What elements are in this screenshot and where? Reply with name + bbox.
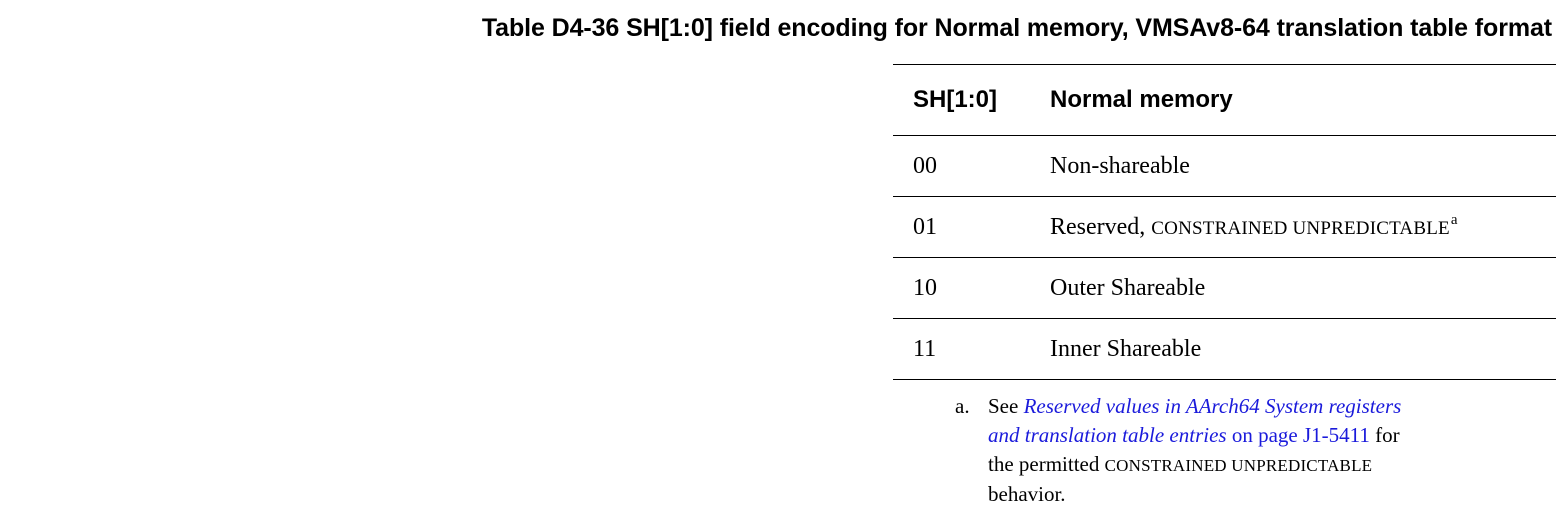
memory-desc-text: Reserved, — [1050, 213, 1152, 240]
memory-desc-cell: Inner Shareable — [1030, 318, 1556, 380]
memory-desc-cell: Non-shareable — [1030, 135, 1556, 197]
table-row: 10 Outer Shareable — [893, 257, 1556, 319]
on-page-text[interactable]: on page — [1227, 423, 1303, 447]
reserved-values-link[interactable]: Reserved values in AArch64 System regist… — [1024, 394, 1402, 418]
table-row: 01 Reserved, CONSTRAINED UNPREDICTABLEa — [893, 196, 1556, 258]
table-row: 11 Inner Shareable — [893, 318, 1556, 380]
page-ref-link[interactable]: J1-5411 — [1303, 423, 1370, 447]
table-caption: Table D4-36 SH[1:0] field encoding for N… — [481, 14, 1552, 42]
memory-desc-smallcaps: CONSTRAINED UNPREDICTABLE — [1151, 217, 1450, 239]
footnote-permitted-text: the permitted — [988, 452, 1105, 476]
memory-desc-text: Outer Shareable — [1050, 274, 1206, 301]
footnote-line-4: behavior. — [988, 482, 1066, 506]
memory-desc-text: Inner Shareable — [1050, 335, 1202, 362]
memory-desc-cell: Reserved, CONSTRAINED UNPREDICTABLEa — [1030, 196, 1556, 258]
footnote-body: See Reserved values in AArch64 System re… — [988, 392, 1488, 509]
sh-code-cell: 11 — [893, 318, 1030, 380]
footnote-line-3: the permitted CONSTRAINED UNPREDICTABLE — [988, 450, 1488, 480]
header-sh-field: SH[1:0] — [893, 64, 1030, 136]
reserved-values-link-cont[interactable]: and translation table entries — [988, 423, 1227, 447]
table-row: 00 Non-shareable — [893, 135, 1556, 197]
sh-encoding-table: SH[1:0] Normal memory 00 Non-shareable 0… — [893, 64, 1556, 380]
sh-code-cell: 10 — [893, 257, 1030, 319]
footnote-for-text: for — [1369, 423, 1400, 447]
footnote-reference[interactable]: a — [1451, 212, 1458, 228]
footnote-line-1: See Reserved values in AArch64 System re… — [988, 392, 1488, 421]
footnote-marker: a. — [955, 394, 970, 418]
footnote-smallcaps: CONSTRAINED UNPREDICTABLE — [1104, 456, 1373, 475]
memory-desc-text: Non-shareable — [1050, 152, 1190, 179]
footnote-line-2: and translation table entries on page J1… — [988, 421, 1488, 450]
sh-code-cell: 00 — [893, 135, 1030, 197]
footnote-see-text: See — [988, 394, 1024, 418]
header-normal-memory: Normal memory — [1030, 64, 1556, 136]
table-header-row: SH[1:0] Normal memory — [893, 64, 1556, 136]
memory-desc-cell: Outer Shareable — [1030, 257, 1556, 319]
sh-code-cell: 01 — [893, 196, 1030, 258]
